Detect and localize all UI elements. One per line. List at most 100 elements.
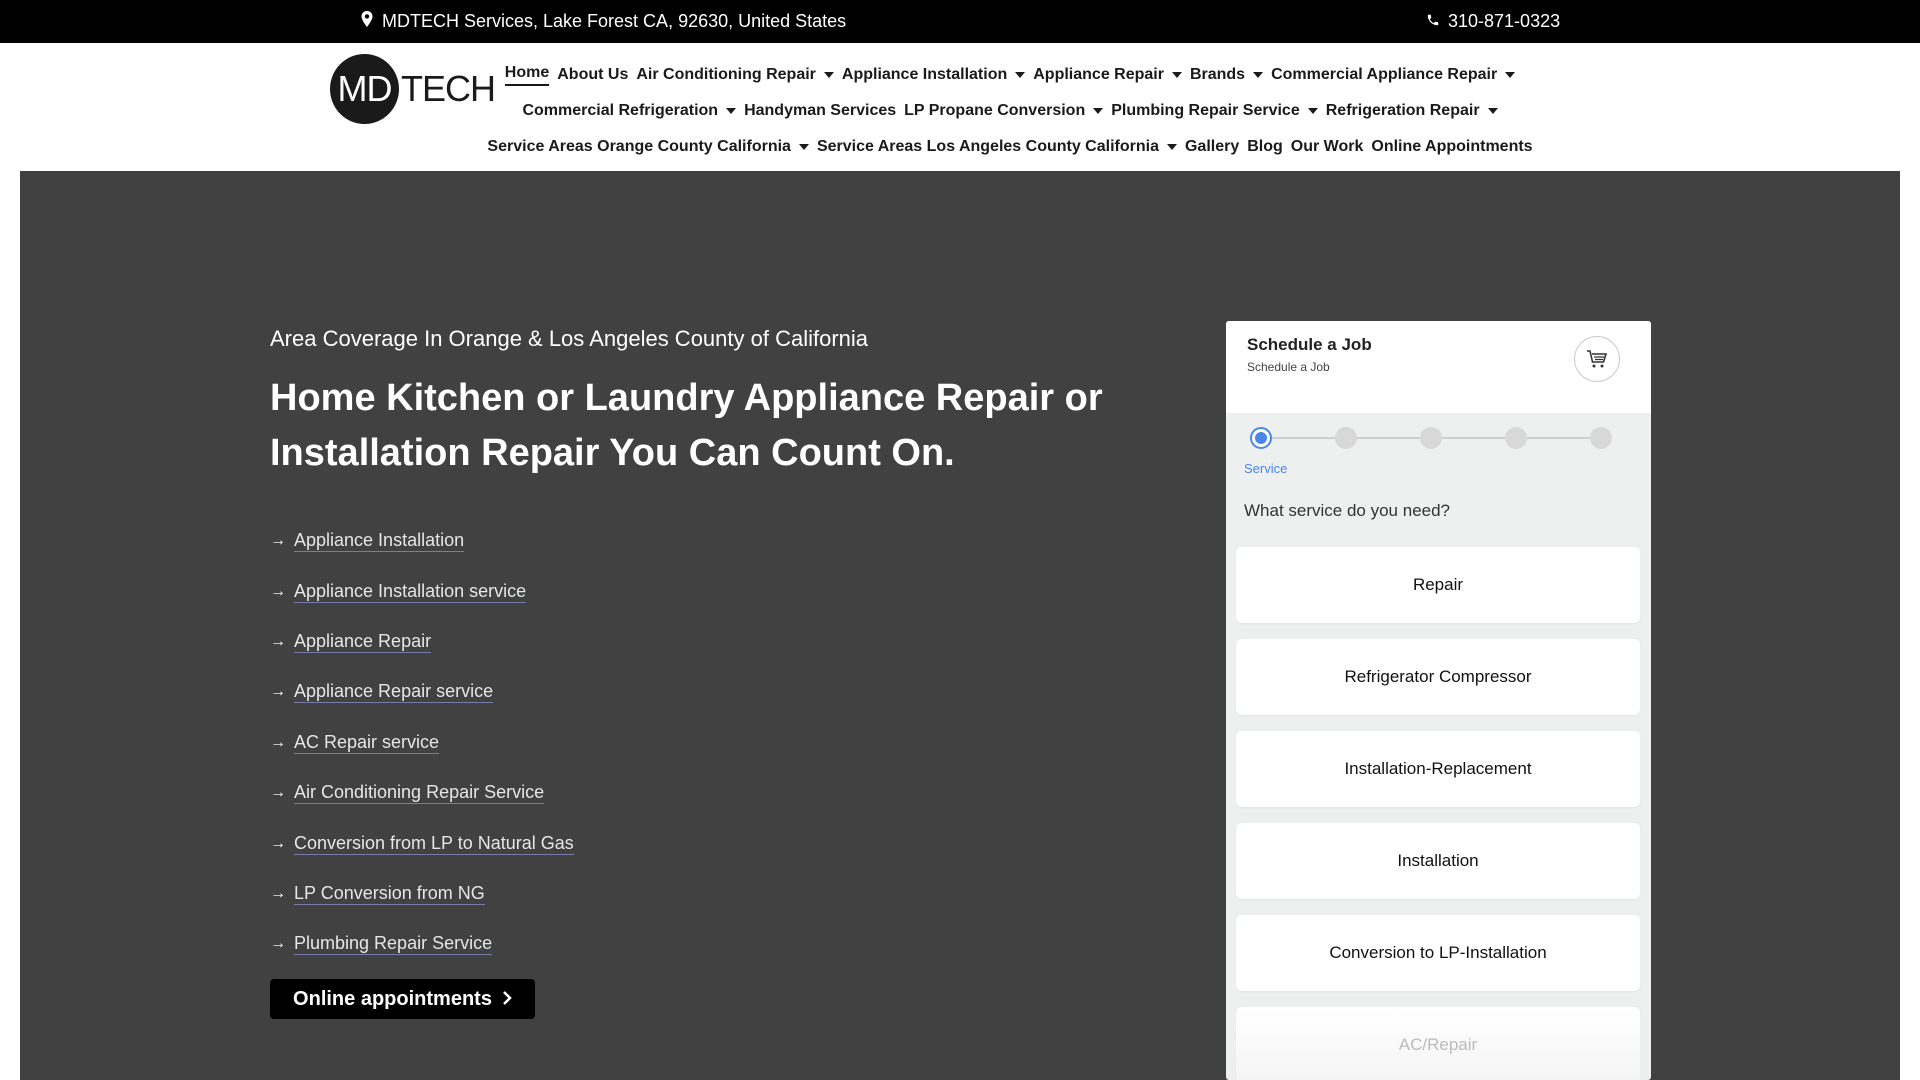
service-option-installation-replacement[interactable]: Installation-Replacement [1236,731,1640,807]
arrow-right-icon: → [270,834,286,852]
logo-circle: MD [330,54,399,124]
nav-item-air-conditioning-repair[interactable]: Air Conditioning Repair [636,66,834,84]
nav-item-online-appointments[interactable]: Online Appointments [1371,138,1532,156]
nav-item-gallery[interactable]: Gallery [1185,138,1239,156]
widget-subtitle: Schedule a Job [1247,360,1330,374]
service-question: What service do you need? [1244,501,1451,520]
nav-item-service-areas-orange-county-california[interactable]: Service Areas Orange County California [487,138,809,156]
phone-text: 310-871-0323 [1448,11,1561,31]
nav-item-label: Blog [1247,138,1283,155]
nav-item-lp-propane-conversion[interactable]: LP Propane Conversion [904,102,1104,120]
service-link[interactable]: Appliance Repair [294,631,432,653]
step-dot [1250,427,1272,449]
nav-item-label: Handyman Services [744,102,897,119]
logo-text: TECH [401,68,496,109]
hero-headline: Home Kitchen or Laundry Appliance Repair… [270,377,1103,474]
arrow-right-icon: → [270,733,286,751]
site-header: MD TECH Home About Us Air Conditioning Rep… [0,43,1920,171]
service-link[interactable]: AC Repair service [294,732,440,754]
nav-item-brands[interactable]: Brands [1190,66,1264,84]
service-option-repair[interactable]: Repair [1236,547,1640,623]
caret-down-icon [1166,144,1177,150]
nav-item-label: Service Areas Los Angeles County Califor… [816,138,1159,155]
caret-down-icon [1015,72,1026,78]
caret-down-icon [798,144,809,150]
step-progress [1250,423,1630,453]
step-dot [1590,427,1612,449]
service-link[interactable]: Appliance Installation service [294,581,527,603]
nav-row: Home About Us Air Conditioning Repair Appli… [504,57,1516,93]
step-dot [1420,427,1442,449]
nav-item-label: Commercial Appliance Repair [1271,66,1498,83]
service-link-item: → Appliance Repair service [270,667,574,717]
step-label: Service [1244,461,1288,476]
nav-row: Commercial Refrigeration Handyman Service… [522,93,1498,129]
cta-label: Online appointments [293,987,492,1010]
caret-down-icon [1505,72,1516,78]
service-link[interactable]: Appliance Installation [294,530,465,553]
service-link[interactable]: Air Conditioning Repair Service [294,782,545,805]
caret-down-icon [823,72,834,78]
caret-down-icon [1253,72,1264,78]
nav-item-label: Home [504,64,550,86]
service-link-item: → AC Repair service [270,718,574,768]
nav-item-commercial-refrigeration[interactable]: Commercial Refrigeration [522,102,737,120]
service-option-ac-repair[interactable]: AC/Repair [1236,1007,1640,1080]
service-link-list: → Appliance Installation → Appliance Instal… [270,516,574,970]
service-link[interactable]: LP Conversion from NG [294,883,485,905]
nav-item-about-us[interactable]: About Us [557,66,628,84]
arrow-right-icon: → [270,632,286,650]
address-text: MDTECH Services, Lake Forest CA, 92630, … [382,11,847,31]
service-link[interactable]: Plumbing Repair Service [294,933,493,956]
nav-item-our-work[interactable]: Our Work [1291,138,1364,156]
step-connector [1357,437,1420,439]
arrow-right-icon: → [270,532,286,550]
nav-item-label: Plumbing Repair Service [1111,102,1300,119]
step-dot [1505,427,1527,449]
service-option-refrigerator-compressor[interactable]: Refrigerator Compressor [1236,639,1640,715]
cart-icon[interactable] [1574,336,1620,382]
service-option-conversion-to-lp-installation[interactable]: Conversion to LP-Installation [1236,915,1640,991]
nav-item-appliance-installation[interactable]: Appliance Installation [842,66,1026,84]
nav-item-label: Our Work [1290,138,1364,155]
arrow-right-icon: → [270,582,286,600]
arrow-right-icon: → [270,884,286,902]
service-link[interactable]: Appliance Repair service [294,681,494,704]
main-nav: Home About Us Air Conditioning Repair Appli… [487,57,1532,165]
nav-row: Service Areas Orange County California Se… [487,129,1532,165]
phone-link[interactable]: 310-871-0323 [1426,11,1560,32]
nav-item-handyman-services[interactable]: Handyman Services [744,102,896,120]
caret-down-icon [1487,108,1498,114]
caret-down-icon [726,108,737,114]
schedule-job-widget: Schedule a Job Schedule a Job Service Wh… [1226,321,1651,1080]
top-bar: MDTECH Services, Lake Forest CA, 92630, … [0,0,1920,43]
nav-item-label: Refrigeration Repair [1325,102,1480,119]
nav-item-home[interactable]: Home [504,64,550,86]
step-connector [1527,437,1590,439]
service-link-item: → Appliance Installation [270,516,574,566]
service-link[interactable]: Conversion from LP to Natural Gas [294,833,574,855]
nav-item-label: Service Areas Orange County California [487,138,791,155]
map-pin-icon [360,11,374,32]
nav-item-refrigeration-repair[interactable]: Refrigeration Repair [1326,102,1498,120]
nav-item-label: Online Appointments [1371,138,1533,155]
online-appointments-button[interactable]: Online appointments [270,979,535,1019]
phone-icon [1426,11,1440,32]
nav-item-label: Air Conditioning Repair [636,66,816,83]
nav-item-label: About Us [557,66,629,83]
logo[interactable]: MD TECH [330,53,496,125]
nav-item-service-areas-los-angeles-county-california[interactable]: Service Areas Los Angeles County Califor… [817,138,1177,156]
service-option-installation[interactable]: Installation [1236,823,1640,899]
nav-item-label: LP Propane Conversion [904,102,1086,119]
nav-item-label: Commercial Refrigeration [522,102,719,119]
step-dot [1335,427,1357,449]
hero-subtitle: Area Coverage In Orange & Los Angeles Co… [270,326,869,351]
step-connector [1442,437,1505,439]
nav-item-blog[interactable]: Blog [1247,138,1283,156]
step-connector [1272,437,1335,439]
service-link-item: → LP Conversion from NG [270,869,574,919]
nav-item-plumbing-repair-service[interactable]: Plumbing Repair Service [1111,102,1318,120]
arrow-right-icon: → [270,784,286,802]
nav-item-commercial-appliance-repair[interactable]: Commercial Appliance Repair [1271,66,1516,84]
nav-item-appliance-repair[interactable]: Appliance Repair [1033,66,1182,84]
